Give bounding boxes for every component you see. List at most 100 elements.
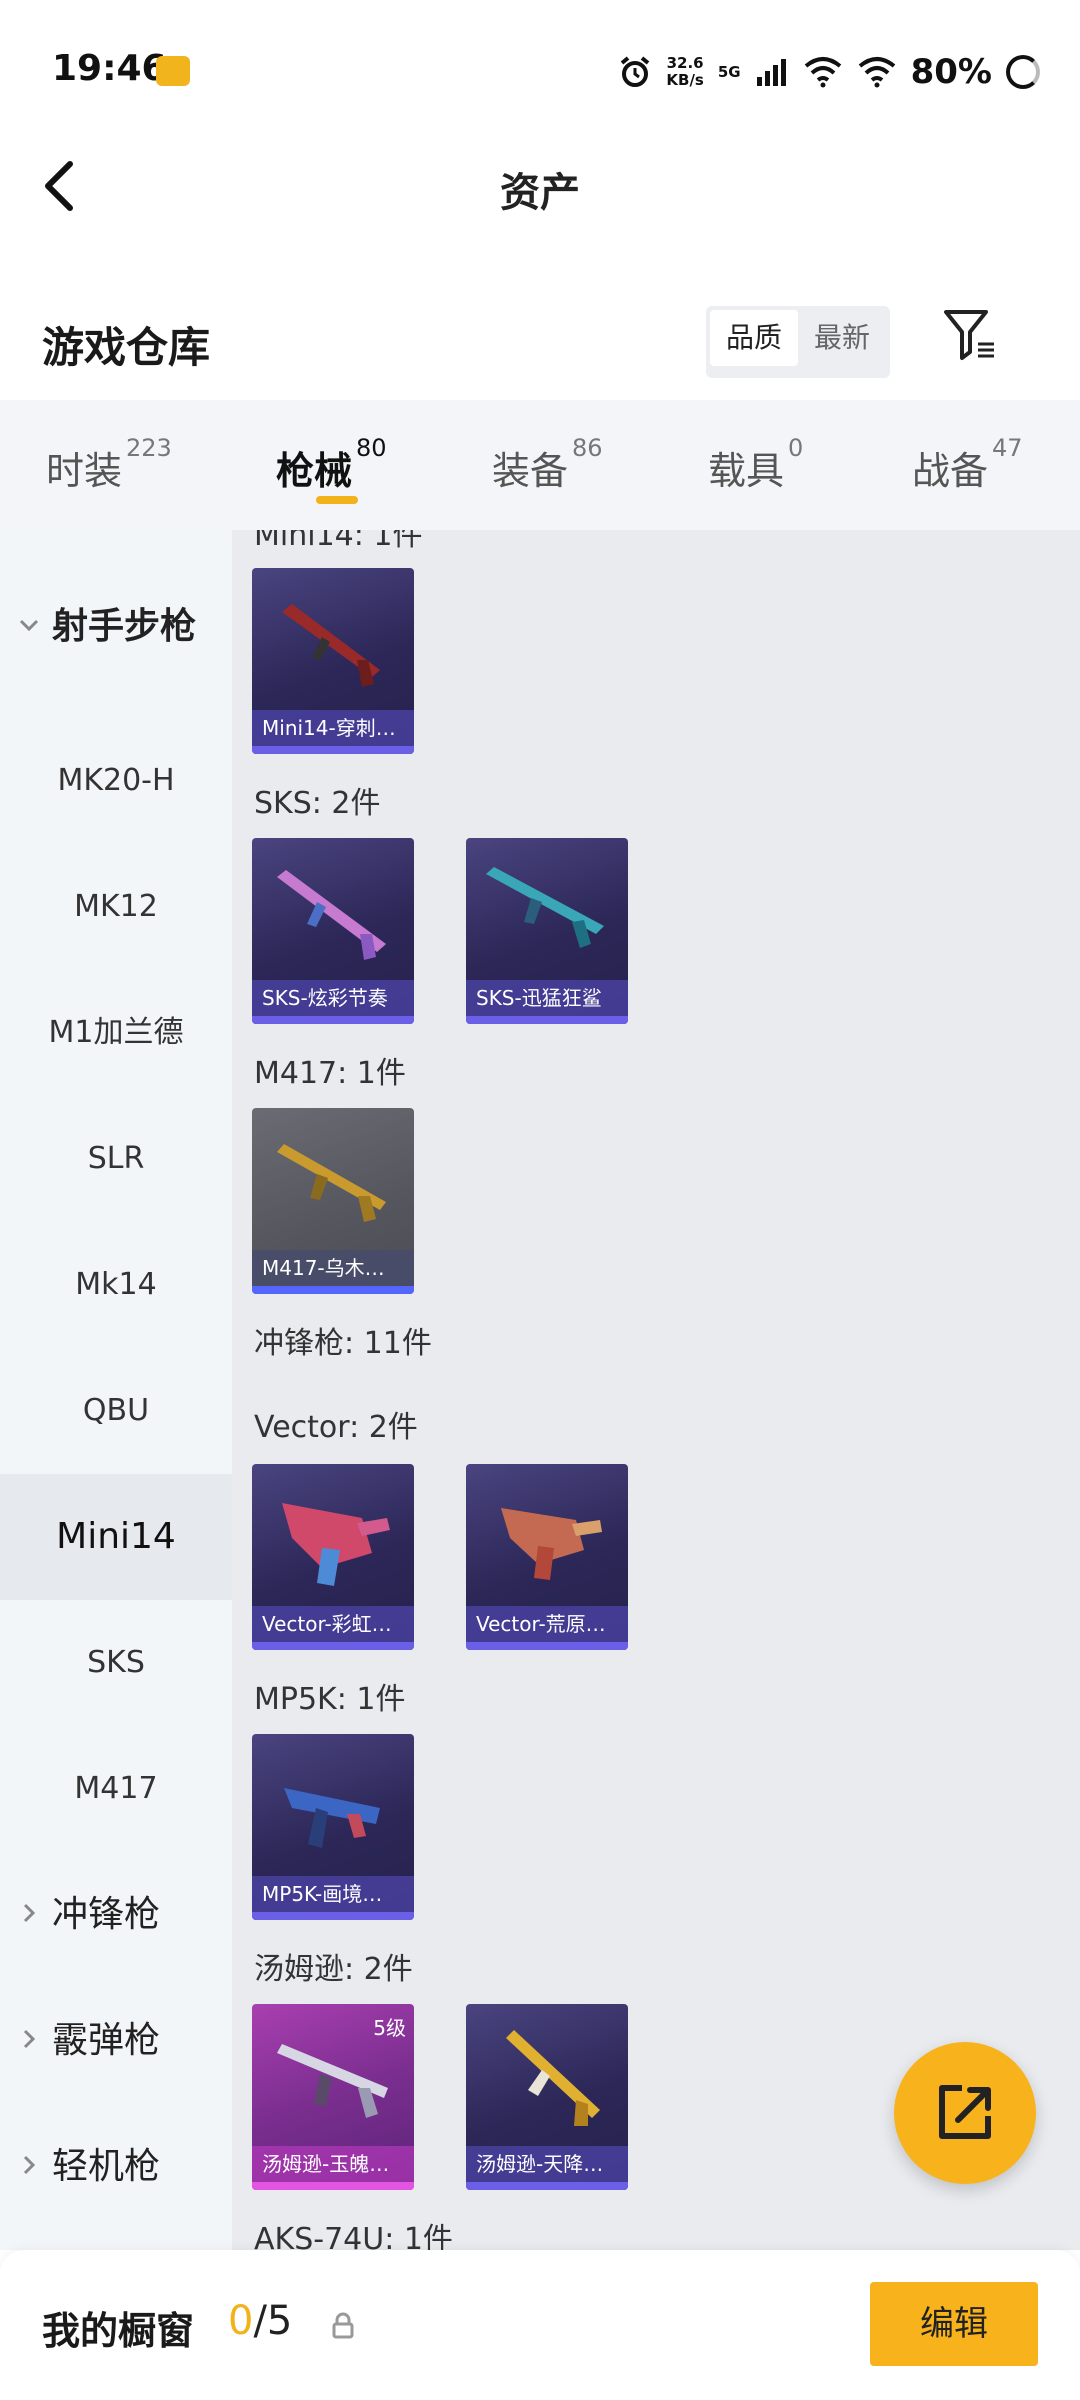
lock-icon (332, 2312, 354, 2339)
smg-icon (282, 1503, 390, 1586)
sort-newest-button[interactable]: 最新 (798, 310, 886, 366)
weapon-type-sidebar: 射手步枪 MK20-H MK12 M1加兰德 SLR Mk14 QBU Mini… (0, 530, 232, 2250)
sidebar-category-label: 霰弹枪 (52, 2020, 161, 2061)
sidebar-item-m1-garand[interactable]: M1加兰德 (0, 970, 232, 1096)
chevron-right-icon (23, 2029, 36, 2049)
tab-equipment[interactable]: 装备86 (492, 434, 603, 495)
skin-card-name: 汤姆逊-玉魄… (252, 2146, 414, 2182)
smg-icon (501, 1508, 602, 1580)
network-speed-unit: KB/s (666, 71, 704, 89)
tab-vehicles-count: 0 (788, 434, 804, 462)
skin-card[interactable]: Vector-荒原… (466, 1464, 628, 1650)
group-label-mini14: Mini14: 1件 (254, 530, 423, 553)
tab-fashion-label: 时装 (46, 449, 123, 493)
rifle-icon (277, 870, 386, 960)
status-time: 19:46 (52, 48, 167, 89)
tab-fashion[interactable]: 时装223 (46, 434, 172, 495)
sidebar-item-qbu[interactable]: QBU (0, 1348, 232, 1474)
group-label-sks: SKS: 2件 (254, 786, 381, 821)
network-speed: 32.6 KB/s (666, 55, 703, 89)
tab-vehicles-label: 载具 (708, 449, 785, 493)
showcase-count: 0/5 (228, 2298, 292, 2344)
showcase-used: 0 (228, 2298, 254, 2344)
battery-icon (1006, 55, 1040, 89)
network-speed-value: 32.6 (666, 54, 704, 72)
rifle-icon (486, 867, 604, 948)
tab-supplies[interactable]: 战备47 (912, 434, 1023, 495)
rarity-strip (252, 2182, 414, 2190)
nav-header: 资产 (0, 130, 1080, 240)
sidebar-category-label: 轻机枪 (52, 2146, 161, 2187)
category-tabs: 时装223 枪械80 装备86 载具0 战备47 (0, 400, 1080, 530)
sort-toggle: 品质 最新 (706, 306, 890, 378)
weapon-skin-list[interactable]: Mini14: 1件 Mini14-穿刺… SKS: 2件 SKS-炫彩节奏 S… (232, 530, 1080, 2250)
sidebar-item-mk20h[interactable]: MK20-H (0, 718, 232, 844)
group-label-mp5k: MP5K: 1件 (254, 1682, 406, 1717)
showcase-bar: 我的橱窗 0/5 编辑 (0, 2250, 1080, 2400)
rifle-icon (277, 1144, 386, 1222)
filter-icon[interactable] (940, 304, 1000, 364)
skin-card[interactable]: SKS-炫彩节奏 (252, 838, 414, 1024)
storage-header: 游戏仓库 品质 最新 (0, 290, 1080, 400)
tab-supplies-label: 战备 (912, 449, 989, 493)
sidebar-category-marksman[interactable]: 射手步枪 (0, 564, 232, 690)
rarity-strip (252, 746, 414, 754)
sidebar-category-shotgun[interactable]: 霰弹枪 (0, 1978, 232, 2104)
skin-card[interactable]: Mini14-穿刺… (252, 568, 414, 754)
sidebar-category-lmg[interactable]: 轻机枪 (0, 2104, 232, 2230)
sidebar-item-m417[interactable]: M417 (0, 1726, 232, 1852)
skin-card[interactable]: 汤姆逊-天降… (466, 2004, 628, 2190)
skin-card-name: SKS-炫彩节奏 (252, 980, 414, 1016)
sidebar-item-mk12[interactable]: MK12 (0, 844, 232, 970)
active-tab-indicator (316, 496, 358, 504)
rarity-strip (466, 1642, 628, 1650)
rarity-strip (466, 1016, 628, 1024)
rarity-strip (252, 1016, 414, 1024)
sidebar-item-mk14[interactable]: Mk14 (0, 1222, 232, 1348)
share-icon (939, 2085, 991, 2139)
skin-card[interactable]: M417-乌木… (252, 1108, 414, 1294)
edit-button[interactable]: 编辑 (870, 2282, 1038, 2366)
signal-icon (756, 59, 786, 86)
tab-supplies-count: 47 (992, 434, 1023, 462)
group-label-m417: M417: 1件 (254, 1056, 406, 1091)
share-button[interactable] (894, 2042, 1036, 2184)
tab-firearms[interactable]: 枪械80 (276, 434, 387, 495)
tab-firearms-count: 80 (356, 434, 387, 462)
status-indicators: 32.6 KB/s 5G 80% (618, 50, 1040, 94)
skin-card[interactable]: MP5K-画境… (252, 1734, 414, 1920)
skin-card[interactable]: Vector-彩虹… (252, 1464, 414, 1650)
tab-vehicles[interactable]: 载具0 (708, 434, 803, 495)
rarity-strip (252, 1912, 414, 1920)
battery-percent: 80% (910, 52, 992, 92)
tab-equipment-label: 装备 (492, 449, 569, 493)
sidebar-item-slr[interactable]: SLR (0, 1096, 232, 1222)
sort-quality-button[interactable]: 品质 (710, 310, 798, 366)
skin-card-name: SKS-迅猛狂鲨 (466, 980, 628, 1016)
rarity-strip (466, 2182, 628, 2190)
rifle-icon (282, 604, 380, 687)
chevron-right-icon (23, 1903, 36, 1923)
alarm-icon (621, 56, 650, 87)
sidebar-item-mini14[interactable]: Mini14 (0, 1474, 232, 1600)
sidebar-category-label: 射手步枪 (52, 606, 197, 647)
storage-title: 游戏仓库 (42, 323, 211, 372)
skin-card[interactable]: 5级 汤姆逊-玉魄… (252, 2004, 414, 2190)
rarity-strip (252, 1286, 414, 1294)
skin-card-name: 汤姆逊-天降… (466, 2146, 628, 2182)
sidebar-item-sks[interactable]: SKS (0, 1600, 232, 1726)
skin-card[interactable]: SKS-迅猛狂鲨 (466, 838, 628, 1024)
app-notification-icon (156, 56, 190, 86)
sidebar-category-pistol[interactable]: 手枪 (0, 2230, 232, 2250)
group-label-aks74u: AKS-74U: 1件 (254, 2222, 453, 2250)
skin-card-name: Vector-彩虹… (252, 1606, 414, 1642)
network-type: 5G (717, 63, 741, 81)
sidebar-category-smg[interactable]: 冲锋枪 (0, 1852, 232, 1978)
status-bar: 19:46 32.6 KB/s 5G 80% (0, 0, 1080, 140)
rarity-strip (252, 1642, 414, 1650)
skin-card-name: M417-乌木… (252, 1250, 414, 1286)
skin-card-name: MP5K-画境… (252, 1876, 414, 1912)
group-label-vector: Vector: 2件 (254, 1410, 418, 1445)
skin-card-name: Vector-荒原… (466, 1606, 628, 1642)
tab-fashion-count: 223 (126, 434, 172, 462)
